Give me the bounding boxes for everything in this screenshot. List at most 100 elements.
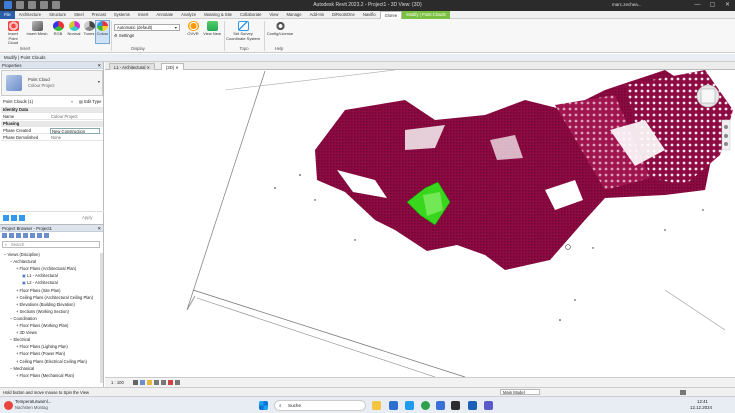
chrome-icon[interactable] xyxy=(421,401,430,410)
browser-tree-item[interactable]: + Floor Plans (Power Plan) xyxy=(16,351,65,356)
browser-tree-item[interactable]: − Mechanical xyxy=(10,366,34,371)
browser-tool-icon[interactable] xyxy=(37,233,42,238)
tab-file[interactable]: File xyxy=(0,10,15,19)
user-name[interactable]: marc.zechea... xyxy=(612,2,642,7)
browser-tree-item[interactable]: ▣ L2 - Architectural xyxy=(22,280,58,285)
3d-view-canvas[interactable] xyxy=(105,70,735,377)
browser-tool-icon[interactable] xyxy=(9,233,14,238)
start-icon[interactable] xyxy=(259,401,268,410)
tones-button[interactable]: Tones xyxy=(82,21,96,37)
tab-insert[interactable]: Insert xyxy=(134,11,152,19)
view-tab[interactable]: {3D} ✕ xyxy=(161,63,184,70)
chevron-down-icon[interactable]: ▾ xyxy=(71,98,73,105)
temporary-hide-icon[interactable] xyxy=(168,380,173,385)
instance-selector[interactable]: Point Clouds (1) xyxy=(3,98,33,105)
settings-button[interactable]: ⚙ Settings xyxy=(114,33,134,38)
maximize-button[interactable]: ▢ xyxy=(705,0,720,11)
teams-icon[interactable] xyxy=(484,401,493,410)
tab-manage[interactable]: Manage xyxy=(282,11,305,19)
tab-view[interactable]: View xyxy=(265,11,282,19)
tab-gloree[interactable]: Gloree xyxy=(379,10,403,19)
shadows-icon[interactable] xyxy=(154,380,159,385)
file-explorer-icon[interactable] xyxy=(372,401,381,410)
clock-time[interactable]: 12:41 xyxy=(697,399,708,404)
type-selector[interactable]: Point Cloud Colour Project ▾ xyxy=(1,70,103,96)
edge-icon[interactable] xyxy=(405,401,414,410)
browser-tree-item[interactable]: + Elevations (Building Elevation) xyxy=(16,302,75,307)
tab-add-ins[interactable]: Add-Ins xyxy=(306,11,328,19)
browser-search-input[interactable]: ⌕ Search xyxy=(2,241,100,248)
browser-tree-item[interactable]: − Coordination xyxy=(10,316,37,321)
app-icon[interactable] xyxy=(451,401,460,410)
tab-naviflo[interactable]: Naviflo xyxy=(359,11,380,19)
tab-architecture[interactable]: Architecture xyxy=(15,11,45,19)
tab-precast[interactable]: Precast xyxy=(88,11,110,19)
tab-modify-point-clouds[interactable]: Modify | Point Clouds xyxy=(402,10,450,19)
detail-level-icon[interactable] xyxy=(133,380,138,385)
ovvr-button[interactable]: OVVR xyxy=(184,21,202,37)
tab-structure[interactable]: Structure xyxy=(45,11,70,19)
browser-tree-item[interactable]: + Floor Plans (Architectural Plan) xyxy=(16,266,76,271)
outlook-icon[interactable] xyxy=(436,401,445,410)
filter-icon[interactable] xyxy=(19,215,25,221)
clock-date[interactable]: 12.12.2024 xyxy=(690,405,712,410)
edit-type-button[interactable]: ▤ Edit Type xyxy=(79,98,102,105)
active-model-dropdown[interactable]: Main Model xyxy=(500,389,540,395)
visual-style-icon[interactable] xyxy=(140,380,145,385)
crop-view-icon[interactable] xyxy=(161,380,166,385)
browser-tool-icon[interactable] xyxy=(23,233,28,238)
normal-button[interactable]: Normal xyxy=(66,21,82,37)
close-icon[interactable]: ✕ xyxy=(97,225,101,232)
tab-steel[interactable]: Steel xyxy=(70,11,88,19)
browser-tree-item[interactable]: + Ceiling Plans (Electrical Ceiling Plan… xyxy=(16,359,87,364)
property-value[interactable]: New Construction xyxy=(50,128,100,134)
tab-massing-site[interactable]: Massing & Site xyxy=(200,11,236,19)
rgb-button[interactable]: RGB xyxy=(51,21,65,37)
browser-tree-item[interactable]: − Views (Discipline) xyxy=(4,252,40,257)
browser-tree-item[interactable]: + Floor Plans (Lighting Plan) xyxy=(16,344,68,349)
app-icon[interactable] xyxy=(389,401,398,410)
weather-title[interactable]: Temperaturwarnl... xyxy=(15,399,51,404)
view-tab[interactable]: L1 - Architectural ✕ xyxy=(109,63,156,70)
browser-tree-item[interactable]: − Electrical xyxy=(10,337,30,342)
view-icon[interactable] xyxy=(11,215,17,221)
view-cube[interactable] xyxy=(696,84,720,108)
browser-tool-icon[interactable] xyxy=(2,233,7,238)
browser-tool-icon[interactable] xyxy=(30,233,35,238)
navigation-bar[interactable] xyxy=(721,119,731,151)
close-button[interactable]: ✕ xyxy=(720,0,735,11)
browser-scrollbar[interactable] xyxy=(100,253,103,383)
browser-tree-item[interactable]: + Floor Plans (Mechanical Plan) xyxy=(16,373,74,378)
property-category[interactable]: Phasing xyxy=(1,121,103,127)
revit-taskbar-icon[interactable] xyxy=(468,401,477,410)
view-new-button[interactable]: View New xyxy=(202,21,222,37)
apply-button[interactable]: Apply xyxy=(82,215,92,220)
reveal-hidden-icon[interactable] xyxy=(175,380,180,385)
insert-mesh-button[interactable]: Insert Mesh xyxy=(26,21,48,37)
properties-help-icon[interactable] xyxy=(3,215,9,221)
browser-tree-item[interactable]: + Floor Plans (Site Plan) xyxy=(16,288,61,293)
sun-path-icon[interactable] xyxy=(147,380,152,385)
browser-tree-item[interactable]: + Ceiling Plans (Architectural Ceiling P… xyxy=(16,295,93,300)
config-license-button[interactable]: Config/License xyxy=(265,21,295,37)
close-icon[interactable]: ✕ xyxy=(97,62,101,69)
weather-warning-icon[interactable] xyxy=(4,401,13,410)
filter-icon[interactable] xyxy=(680,390,686,395)
minimize-button[interactable]: — xyxy=(690,0,705,11)
display-mode-dropdown[interactable]: Automatic (default) ▾ xyxy=(114,24,180,31)
tab-analyze[interactable]: Analyze xyxy=(177,11,200,19)
browser-tree-item[interactable]: + 3D Views xyxy=(16,330,37,335)
browser-tree-item[interactable]: − Architectural xyxy=(10,259,36,264)
browser-tool-icon[interactable] xyxy=(16,233,21,238)
browser-tree-item[interactable]: + Sections (Working Section) xyxy=(16,309,69,314)
property-category[interactable]: Identity Data xyxy=(1,107,103,113)
colour-button[interactable]: Colour xyxy=(95,20,110,44)
tab-annotate[interactable]: Annotate xyxy=(152,11,177,19)
tab-collaborate[interactable]: Collaborate xyxy=(236,11,265,19)
taskbar-search[interactable]: ⌕ Suche xyxy=(274,400,366,411)
tab-dirootsone[interactable]: DiRootsOne xyxy=(328,11,359,19)
set-survey-button[interactable]: Set Survey Coordinate System xyxy=(224,21,262,41)
browser-tool-icon[interactable] xyxy=(44,233,49,238)
insert-point-cloud-button[interactable]: Insert Point Cloud xyxy=(3,21,23,46)
browser-tree-item[interactable]: ▣ L1 - Architectural xyxy=(22,273,58,278)
